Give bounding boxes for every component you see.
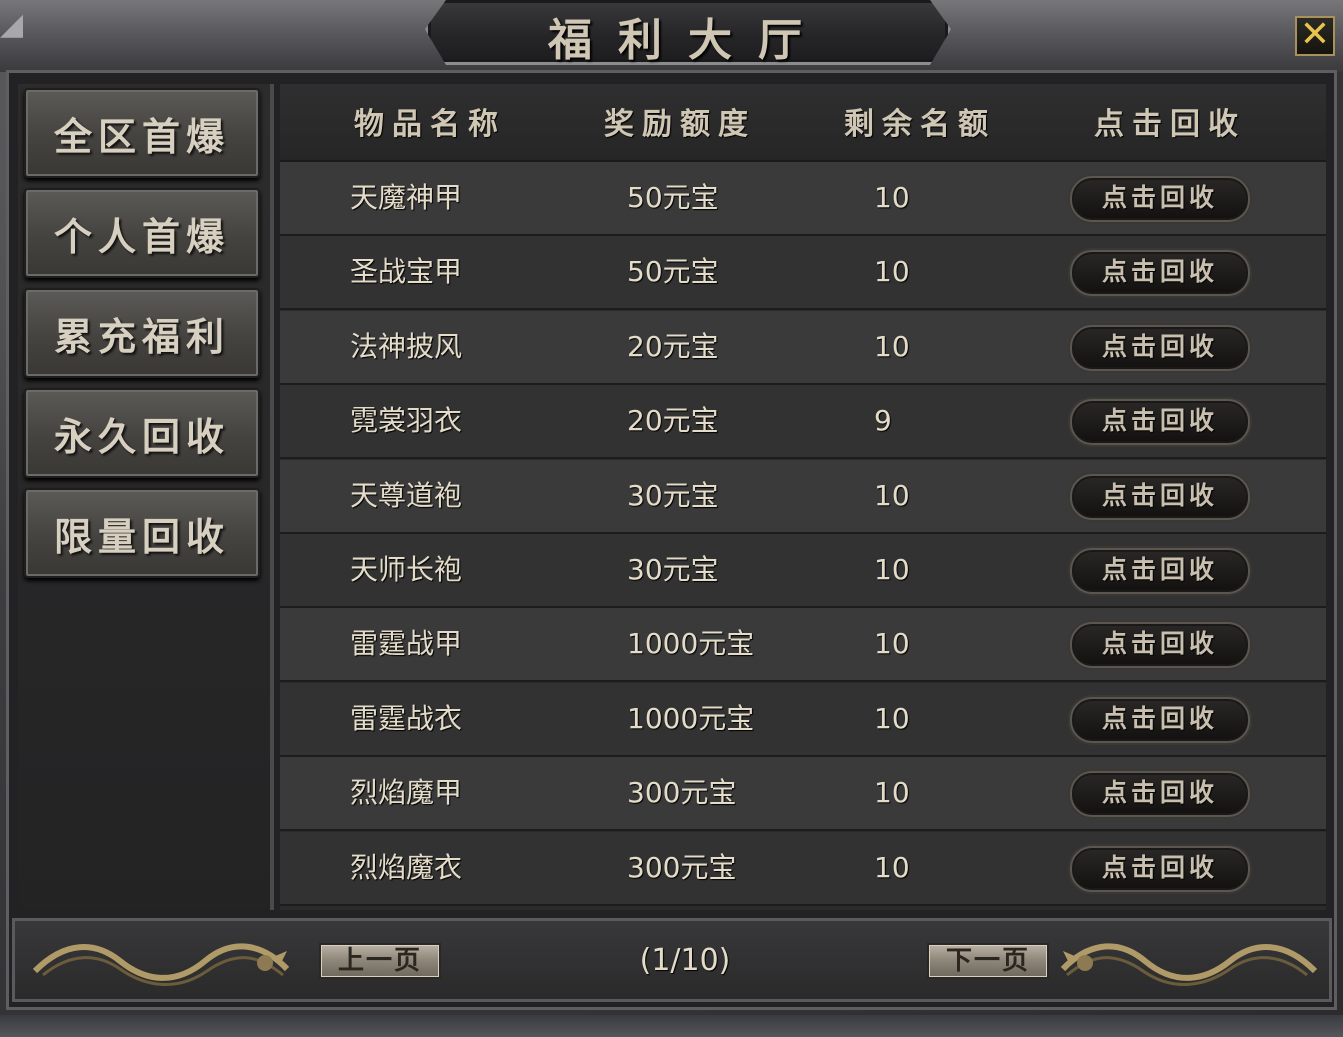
reward-amount: 300元宝 bbox=[627, 776, 737, 810]
header-action: 点击回收 bbox=[1094, 107, 1246, 142]
header-reward: 奖励额度 bbox=[604, 107, 756, 142]
dragon-right-icon bbox=[1060, 943, 1318, 986]
title-plaque: 福利大厅 bbox=[425, 0, 951, 65]
prev-page-button[interactable]: 上一页 bbox=[319, 943, 441, 979]
recycle-button[interactable]: 点击回收 bbox=[1070, 771, 1250, 818]
remaining-count: 10 bbox=[874, 478, 910, 512]
item-name: 雷霆战甲 bbox=[350, 627, 463, 661]
remaining-count: 10 bbox=[874, 776, 910, 810]
recycle-button[interactable]: 点击回收 bbox=[1070, 176, 1250, 222]
reward-amount: 50元宝 bbox=[627, 255, 719, 289]
recycle-button[interactable]: 点击回收 bbox=[1070, 324, 1250, 371]
table-row: 圣战宝甲 50元宝 10 点击回收 bbox=[280, 236, 1326, 311]
header-remaining: 剩余名额 bbox=[844, 107, 996, 142]
reward-amount: 20元宝 bbox=[627, 329, 719, 363]
table-header: 物品名称 奖励额度 剩余名额 点击回收 bbox=[280, 84, 1326, 162]
table-row: 烈焰魔甲 300元宝 10 点击回收 bbox=[280, 757, 1326, 832]
table-row: 雷霆战衣 1000元宝 10 点击回收 bbox=[280, 682, 1326, 757]
item-name: 烈焰魔衣 bbox=[350, 850, 463, 884]
recycle-button[interactable]: 点击回收 bbox=[1070, 473, 1250, 520]
recycle-button[interactable]: 点击回收 bbox=[1070, 548, 1250, 594]
item-name: 天师长袍 bbox=[350, 553, 463, 586]
pagination-bar: 上一页 (1/10) 下一页 bbox=[12, 918, 1332, 1002]
table-row: 天师长袍 30元宝 10 点击回收 bbox=[280, 534, 1326, 608]
item-name: 圣战宝甲 bbox=[350, 255, 463, 289]
sidebar: 全区首爆 个人首爆 累充福利 永久回收 限量回收 bbox=[18, 84, 274, 910]
page-indicator: (1/10) bbox=[639, 943, 731, 978]
remaining-count: 10 bbox=[874, 701, 910, 735]
item-name: 霓裳羽衣 bbox=[350, 404, 463, 438]
recycle-table: 物品名称 奖励额度 剩余名额 点击回收 天魔神甲 50元宝 10 点击回收 圣战宝甲 50… bbox=[280, 84, 1326, 910]
next-page-button[interactable]: 下一页 bbox=[927, 943, 1049, 979]
item-name: 法神披风 bbox=[350, 329, 463, 363]
recycle-button[interactable]: 点击回收 bbox=[1070, 696, 1250, 743]
remaining-count: 10 bbox=[874, 329, 910, 363]
dragon-left-icon bbox=[32, 943, 290, 986]
reward-amount: 50元宝 bbox=[627, 181, 719, 214]
table-row: 天魔神甲 50元宝 10 点击回收 bbox=[280, 162, 1326, 236]
sidebar-item-personal-first-drop[interactable]: 个人首爆 bbox=[24, 188, 260, 278]
item-name: 烈焰魔甲 bbox=[350, 776, 463, 810]
reward-amount: 1000元宝 bbox=[627, 627, 755, 661]
sidebar-item-limited-recycle[interactable]: 限量回收 bbox=[24, 488, 260, 578]
remaining-count: 10 bbox=[874, 627, 910, 661]
reward-amount: 30元宝 bbox=[627, 478, 719, 512]
reward-amount: 20元宝 bbox=[627, 404, 719, 438]
recycle-button[interactable]: 点击回收 bbox=[1070, 399, 1250, 446]
remaining-count: 10 bbox=[874, 255, 910, 289]
remaining-count: 10 bbox=[874, 553, 910, 586]
remaining-count: 10 bbox=[874, 181, 910, 214]
item-name: 天尊道袍 bbox=[350, 478, 463, 512]
table-row: 烈焰魔衣 300元宝 10 点击回收 bbox=[280, 831, 1326, 906]
item-name: 天魔神甲 bbox=[350, 181, 463, 214]
recycle-button[interactable]: 点击回收 bbox=[1070, 250, 1250, 297]
table-row: 雷霆战甲 1000元宝 10 点击回收 bbox=[280, 608, 1326, 683]
table-row: 法神披风 20元宝 10 点击回收 bbox=[280, 310, 1326, 385]
close-button[interactable]: ✕ bbox=[1295, 16, 1335, 56]
sidebar-item-permanent-recycle[interactable]: 永久回收 bbox=[24, 388, 260, 478]
recycle-button[interactable]: 点击回收 bbox=[1070, 622, 1250, 669]
sidebar-item-server-first-drop[interactable]: 全区首爆 bbox=[24, 88, 260, 178]
table-row: 天尊道袍 30元宝 10 点击回收 bbox=[280, 459, 1326, 534]
reward-amount: 30元宝 bbox=[627, 553, 719, 586]
reward-amount: 300元宝 bbox=[627, 850, 737, 884]
window-title: 福利大厅 bbox=[548, 15, 828, 66]
corner-ornament-icon: ◢ bbox=[0, 7, 24, 42]
reward-amount: 1000元宝 bbox=[627, 701, 755, 735]
header-item-name: 物品名称 bbox=[354, 107, 506, 142]
remaining-count: 10 bbox=[874, 850, 910, 884]
recycle-button[interactable]: 点击回收 bbox=[1070, 845, 1250, 892]
remaining-count: 9 bbox=[874, 404, 892, 438]
item-name: 雷霆战衣 bbox=[350, 701, 463, 735]
sidebar-item-recharge-welfare[interactable]: 累充福利 bbox=[24, 288, 260, 378]
table-row: 霓裳羽衣 20元宝 9 点击回收 bbox=[280, 385, 1326, 460]
